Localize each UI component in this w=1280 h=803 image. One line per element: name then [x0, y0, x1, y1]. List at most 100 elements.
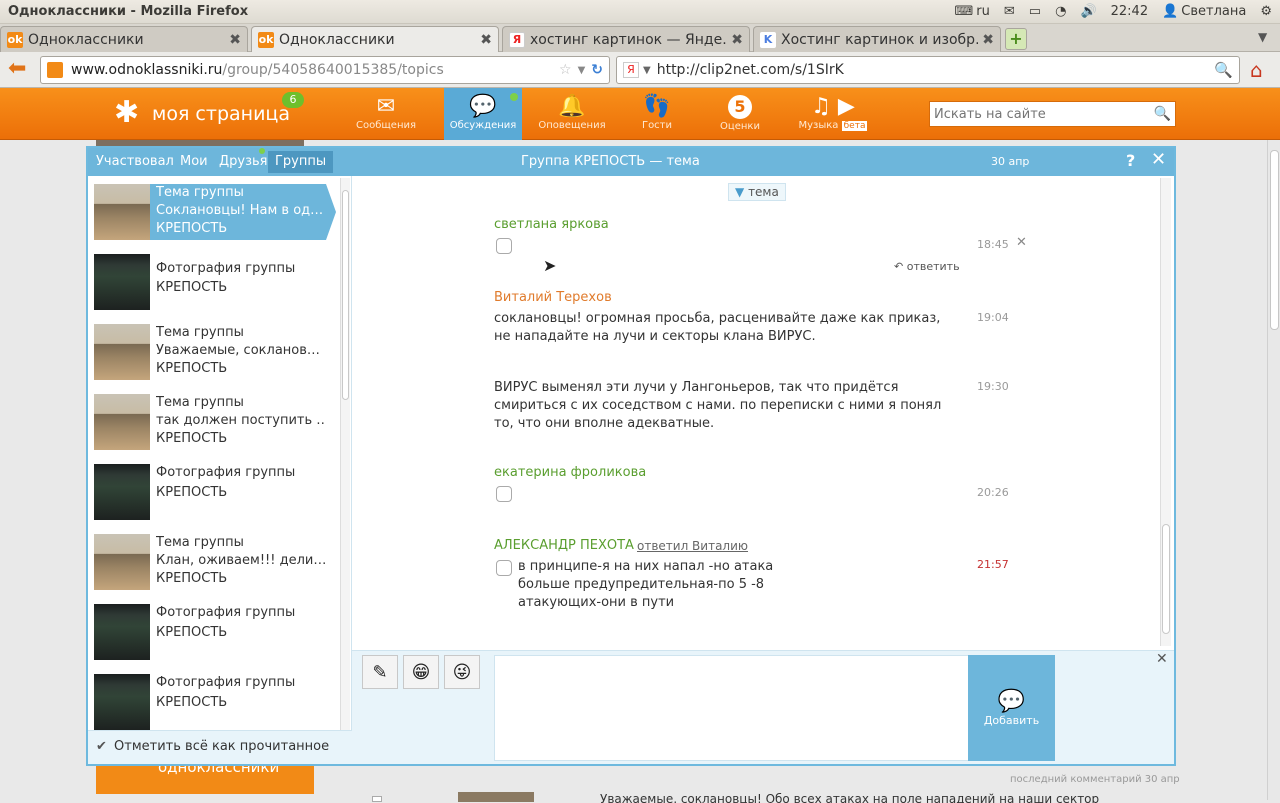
search-bar[interactable]: Я ▼ http://clip2net.com/s/1SIrK 🔍: [616, 56, 1240, 84]
item-group: КРЕПОСТЬ: [156, 695, 228, 710]
nav-ratings[interactable]: 5 Оценки: [701, 88, 779, 140]
reload-icon[interactable]: ↻: [591, 62, 603, 78]
list-item[interactable]: Тема группы Соклановцы! Нам в од… КРЕПОСТЬ: [94, 184, 326, 240]
filter-friends[interactable]: Друзья: [219, 154, 268, 169]
close-composer-icon[interactable]: ✕: [1156, 651, 1168, 667]
tab-title: Одноклассники: [28, 31, 144, 48]
volume-icon[interactable]: 🔊: [1080, 4, 1096, 19]
topic-toggle[interactable]: ▼ тема: [728, 183, 786, 201]
page-scrollbar-thumb[interactable]: [1270, 150, 1279, 330]
close-dialog-icon[interactable]: ✕: [1151, 149, 1166, 170]
new-tab-button[interactable]: +: [1005, 28, 1027, 50]
battery-icon[interactable]: ▭: [1029, 4, 1041, 19]
mark-all-read[interactable]: ✔ Отметить всё как прочитанное: [88, 730, 352, 764]
home-icon[interactable]: ⌂: [1250, 58, 1263, 82]
close-tab-icon[interactable]: ✖: [480, 32, 492, 48]
close-tab-icon[interactable]: ✖: [731, 32, 743, 48]
yandex-engine-icon[interactable]: Я: [623, 62, 639, 78]
bookmark-star-icon[interactable]: ☆: [559, 62, 572, 78]
message-author[interactable]: екатерина фроликова: [494, 465, 646, 480]
back-arrow-icon[interactable]: ⬅: [8, 58, 26, 80]
nav-music[interactable]: ♫ ▶ Музыка бета: [790, 88, 876, 140]
item-group: КРЕПОСТЬ: [156, 280, 228, 295]
message-time: 20:26: [977, 486, 1009, 499]
pencil-icon[interactable]: ✎: [362, 655, 398, 689]
mypage-label: моя страница: [152, 103, 290, 125]
nav-label: Сообщения: [355, 120, 416, 131]
nav-guests[interactable]: 👣 Гости: [618, 88, 696, 140]
chat-scrollbar-thumb[interactable]: [1162, 524, 1170, 634]
tab-3[interactable]: Я хостинг картинок — Янде… ✖: [502, 26, 750, 52]
k-favicon-icon: K: [760, 31, 776, 48]
list-scrollbar[interactable]: [340, 178, 350, 730]
tab-list-arrow-icon[interactable]: ▼: [1258, 30, 1267, 44]
bg-checkbox[interactable]: [372, 796, 382, 802]
message-author[interactable]: Виталий Терехов: [494, 290, 612, 305]
page-scrollbar[interactable]: [1267, 140, 1280, 800]
reply-to-link[interactable]: ответил Виталию: [637, 539, 748, 553]
message-input[interactable]: [494, 655, 969, 761]
tab-1[interactable]: ok Одноклассники ✖: [0, 26, 248, 52]
item-type: Фотография группы: [156, 261, 296, 276]
filter-groups[interactable]: Группы: [268, 151, 334, 173]
list-item[interactable]: Фотография группы КРЕПОСТЬ: [94, 674, 326, 730]
item-type: Фотография группы: [156, 605, 296, 620]
smiley-wink-icon[interactable]: 😜: [444, 655, 480, 689]
nav-notifications[interactable]: 🔔 Оповещения: [533, 88, 611, 140]
message-time: 21:57: [977, 558, 1009, 571]
wifi-icon[interactable]: ◔: [1055, 4, 1066, 19]
url-bar[interactable]: www.odnoklassniki.ru/group/5405864001538…: [40, 56, 610, 84]
tab-4[interactable]: K Хостинг картинок и изобр… ✖: [753, 26, 1001, 52]
search-icon[interactable]: 🔍: [1214, 61, 1233, 79]
message-time: 19:04: [977, 311, 1009, 324]
dialog-header: Участвовал Мои Друзья Группы Группа КРЕП…: [88, 148, 1174, 176]
engine-dropdown-icon[interactable]: ▼: [643, 65, 651, 76]
list-item[interactable]: Фотография группы КРЕПОСТЬ: [94, 464, 326, 520]
close-tab-icon[interactable]: ✖: [982, 32, 994, 48]
sticker-like-icon: [496, 238, 512, 254]
delete-icon[interactable]: ✕: [1016, 235, 1027, 250]
list-item[interactable]: Тема группы Уважаемые, сокланов… КРЕПОСТЬ: [94, 324, 326, 380]
bg-footer-note: последний комментарий 30 апр: [1010, 774, 1180, 785]
history-dropdown-icon[interactable]: ▼: [578, 65, 586, 76]
item-snippet: Соклановцы! Нам в од…: [156, 203, 324, 218]
message-author[interactable]: светлана яркова: [494, 217, 609, 232]
list-item[interactable]: Фотография группы КРЕПОСТЬ: [94, 254, 326, 310]
user-menu[interactable]: 👤 Светлана: [1162, 4, 1246, 19]
footprints-icon: 👣: [643, 94, 671, 119]
ok-header: ✱ моя страница 6 ✉ Сообщения 💬 Обсуждени…: [0, 88, 1280, 140]
list-item[interactable]: Тема группы Клан, оживаем!!! дели… КРЕПОСТ…: [94, 534, 326, 590]
chat-scrollbar[interactable]: [1160, 178, 1171, 646]
filter-mine[interactable]: Мои: [180, 154, 208, 169]
keyboard-layout: ru: [976, 4, 990, 19]
tab-2[interactable]: ok Одноклассники ✖: [251, 26, 499, 52]
gear-icon[interactable]: ⚙: [1260, 4, 1272, 19]
dialog-title: Группа КРЕПОСТЬ — тема: [521, 154, 700, 169]
help-icon[interactable]: ?: [1126, 151, 1135, 170]
mypage-link[interactable]: ✱ моя страница 6: [110, 92, 304, 134]
nav-discussions[interactable]: 💬 Обсуждения: [444, 88, 522, 140]
mail-icon[interactable]: ✉: [1004, 4, 1015, 19]
keyboard-icon[interactable]: ⌨ ru: [955, 4, 990, 19]
list-scrollbar-thumb[interactable]: [342, 190, 349, 400]
search-icon[interactable]: 🔍: [1154, 106, 1171, 122]
reply-link[interactable]: ↶ ответить: [894, 260, 960, 273]
clock[interactable]: 22:42: [1111, 4, 1148, 19]
yandex-favicon-icon: Я: [509, 31, 525, 48]
nav-label: Музыка: [798, 120, 839, 131]
nav-messages[interactable]: ✉ Сообщения: [347, 88, 425, 140]
mouse-cursor-icon: ➤: [543, 256, 557, 275]
ok-logo-icon: ✱: [114, 95, 140, 130]
site-search[interactable]: 🔍: [929, 101, 1176, 127]
message-author[interactable]: АЛЕКСАНДР ПЕХОТА: [494, 538, 634, 553]
dialog-date: 30 апр: [991, 155, 1030, 168]
add-button[interactable]: 💬 Добавить: [968, 655, 1055, 761]
close-tab-icon[interactable]: ✖: [229, 32, 241, 48]
site-search-input[interactable]: [934, 106, 1154, 122]
url-domain: www.odnoklassniki.ru: [71, 62, 223, 78]
ok-favicon-icon: [47, 62, 63, 78]
list-item[interactable]: Тема группы так должен поступить … КРЕПОСТ…: [94, 394, 326, 450]
filter-participated[interactable]: Участвовал: [96, 154, 174, 169]
smiley-grin-icon[interactable]: 😁: [403, 655, 439, 689]
list-item[interactable]: Фотография группы КРЕПОСТЬ: [94, 604, 326, 660]
